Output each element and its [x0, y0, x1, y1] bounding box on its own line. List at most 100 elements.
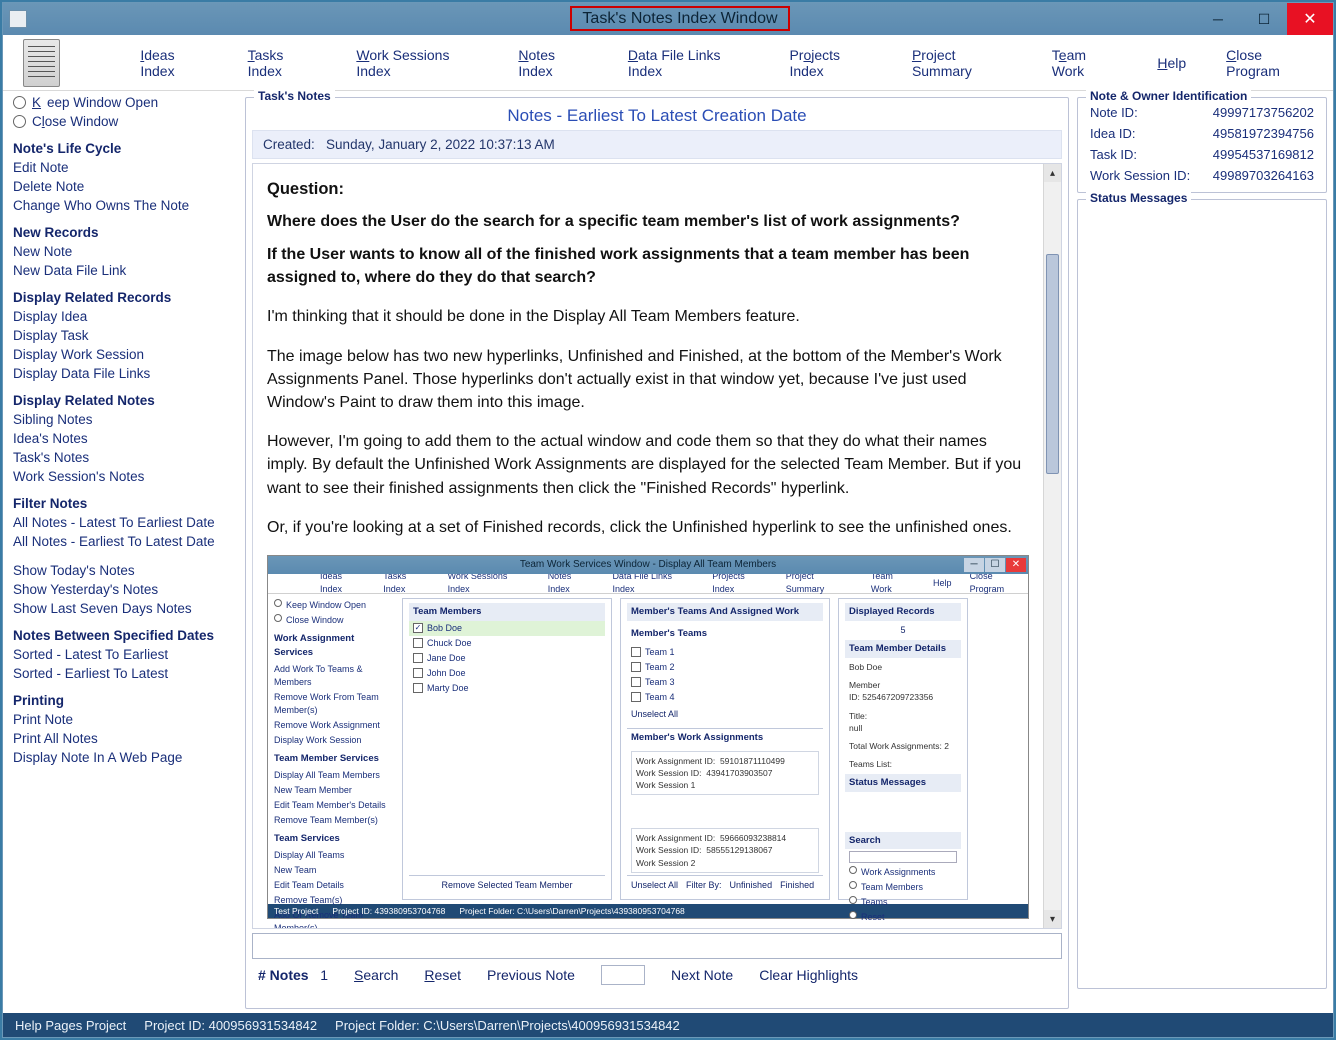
- emb-link: Display All Teams: [274, 848, 392, 863]
- note-id-label: Note ID:: [1090, 105, 1138, 120]
- link-new-note[interactable]: New Note: [13, 244, 233, 259]
- menu-data-file-links-index[interactable]: Data File Links Index: [628, 47, 750, 79]
- scroll-down-icon[interactable]: ▾: [1044, 910, 1061, 928]
- link-change-owner[interactable]: Change Who Owns The Note: [13, 198, 233, 213]
- sidebar-hdr-related-notes: Display Related Notes: [13, 393, 233, 408]
- tasks-notes-legend: Task's Notes: [254, 89, 335, 103]
- emb-link: New Team: [274, 863, 392, 878]
- link-delete-note[interactable]: Delete Note: [13, 179, 233, 194]
- emb-link: Edit Team Member's Details: [274, 798, 392, 813]
- menu-project-summary[interactable]: Project Summary: [912, 47, 1012, 79]
- link-sorted-earliest[interactable]: Sorted - Earliest To Latest: [13, 666, 233, 681]
- embedded-close-btn: ✕: [1006, 558, 1026, 572]
- link-sibling-notes[interactable]: Sibling Notes: [13, 412, 233, 427]
- status-project: Help Pages Project: [15, 1018, 126, 1033]
- link-display-note-web[interactable]: Display Note In A Web Page: [13, 750, 233, 765]
- clear-highlights-link[interactable]: Clear Highlights: [759, 967, 858, 983]
- menu-ideas-index[interactable]: Ideas Index: [140, 47, 207, 79]
- link-edit-note[interactable]: Edit Note: [13, 160, 233, 175]
- emb-radio-keep: Keep Window Open: [286, 599, 366, 612]
- previous-note-link[interactable]: Previous Note: [487, 967, 575, 983]
- window-title: Task's Notes Index Window: [570, 6, 789, 31]
- link-print-note[interactable]: Print Note: [13, 712, 233, 727]
- emb-link: Remove Team Member(s): [274, 813, 392, 828]
- embedded-assigned-work: Member's Teams And Assigned Work Member'…: [620, 598, 830, 900]
- note-paragraph-1: I'm thinking that it should be done in t…: [267, 305, 1029, 328]
- emb-mi: Team Work: [871, 570, 915, 596]
- emb-link: New Team Member: [274, 783, 392, 798]
- link-show-yesterday[interactable]: Show Yesterday's Notes: [13, 582, 233, 597]
- idea-id-label: Idea ID:: [1090, 126, 1136, 141]
- ws-id-label: Work Session ID:: [1090, 168, 1190, 183]
- search-link[interactable]: Search: [354, 967, 398, 983]
- reset-link[interactable]: Reset: [424, 967, 461, 983]
- menu-close-program[interactable]: Close Program: [1226, 47, 1313, 79]
- app-icon: [9, 10, 27, 28]
- emb-link: Display All Team Members: [274, 768, 392, 783]
- maximize-button[interactable]: ☐: [1241, 3, 1287, 35]
- emb-link: Remove Work From Team Member(s): [274, 690, 392, 718]
- link-display-work-session[interactable]: Display Work Session: [13, 347, 233, 362]
- link-sorted-latest[interactable]: Sorted - Latest To Earliest: [13, 647, 233, 662]
- scroll-thumb[interactable]: [1046, 254, 1059, 474]
- link-all-notes-earliest[interactable]: All Notes - Earliest To Latest Date: [13, 534, 233, 549]
- titlebar: Task's Notes Index Window ─ ☐ ✕: [3, 3, 1333, 35]
- link-display-data-file-links[interactable]: Display Data File Links: [13, 366, 233, 381]
- note-paragraph-4: Or, if you're looking at a set of Finish…: [267, 516, 1029, 539]
- emb-hdr-tms: Team Member Services: [274, 752, 392, 766]
- embedded-screenshot: Team Work Services Window - Display All …: [267, 555, 1029, 919]
- sidebar-hdr-printing: Printing: [13, 693, 233, 708]
- radio-close-window[interactable]: Close Window: [13, 114, 233, 129]
- menu-notes-index[interactable]: Notes Index: [518, 47, 587, 79]
- link-new-data-file-link[interactable]: New Data File Link: [13, 263, 233, 278]
- emb-mi: Project Summary: [786, 570, 853, 596]
- task-id-value: 49954537169812: [1213, 147, 1314, 162]
- emb-filter-unfinished: Unfinished: [730, 879, 773, 892]
- created-label: Created:: [263, 137, 315, 152]
- emb-unselect: Unselect All: [627, 705, 823, 724]
- menu-help[interactable]: Help: [1157, 55, 1186, 71]
- sidebar-hdr-life-cycle: Note's Life Cycle: [13, 141, 233, 156]
- scrollbar[interactable]: ▴ ▾: [1043, 164, 1061, 928]
- next-note-link[interactable]: Next Note: [671, 967, 733, 983]
- note-paragraph-3: However, I'm going to add them to the ac…: [267, 430, 1029, 500]
- scroll-up-icon[interactable]: ▴: [1044, 164, 1061, 182]
- link-all-notes-latest[interactable]: All Notes - Latest To Earliest Date: [13, 515, 233, 530]
- emb-hdr-was: Work Assignment Services: [274, 632, 392, 660]
- emb-mi: Work Sessions Index: [448, 570, 530, 596]
- link-display-idea[interactable]: Display Idea: [13, 309, 233, 324]
- search-input[interactable]: [252, 933, 1062, 959]
- link-tasks-notes[interactable]: Task's Notes: [13, 450, 233, 465]
- link-work-sessions-notes[interactable]: Work Session's Notes: [13, 469, 233, 484]
- statusbar: Help Pages Project Project ID: 400956931…: [3, 1013, 1333, 1037]
- emb-mi: Data File Links Index: [612, 570, 694, 596]
- emb-mi: Notes Index: [548, 570, 595, 596]
- menu-work-sessions-index[interactable]: Work Sessions Index: [356, 47, 478, 79]
- emb-filter-finished: Finished: [780, 879, 814, 892]
- sidebar: Keep Window Open Close Window Note's Lif…: [9, 91, 237, 1009]
- link-show-last-seven[interactable]: Show Last Seven Days Notes: [13, 601, 233, 616]
- notes-count: 1: [320, 967, 328, 983]
- radio-keep-window-open[interactable]: Keep Window Open: [13, 95, 233, 110]
- emb-member-row: Marty Doe: [409, 681, 605, 696]
- menu-tasks-index[interactable]: Tasks Index: [248, 47, 317, 79]
- created-value: Sunday, January 2, 2022 10:37:13 AM: [326, 137, 555, 152]
- page-number-input[interactable]: [601, 965, 645, 985]
- emb-team-row: Team 4: [627, 690, 823, 705]
- embedded-team-members: Team Members ✓Bob Doe Chuck Doe Jane Doe…: [402, 598, 612, 900]
- menu-projects-index[interactable]: Projects Index: [789, 47, 872, 79]
- emb-member-row: Jane Doe: [409, 651, 605, 666]
- link-print-all-notes[interactable]: Print All Notes: [13, 731, 233, 746]
- menu-team-work[interactable]: Team Work: [1052, 47, 1118, 79]
- minimize-button[interactable]: ─: [1195, 3, 1241, 35]
- embedded-title: Team Work Services Window - Display All …: [520, 558, 776, 573]
- link-display-task[interactable]: Display Task: [13, 328, 233, 343]
- app-window: Task's Notes Index Window ─ ☐ ✕ Ideas In…: [2, 2, 1334, 1038]
- note-question-heading: Question:: [267, 178, 1029, 202]
- link-show-today[interactable]: Show Today's Notes: [13, 563, 233, 578]
- embedded-min-btn: ─: [964, 558, 984, 572]
- link-ideas-notes[interactable]: Idea's Notes: [13, 431, 233, 446]
- close-button[interactable]: ✕: [1287, 3, 1333, 35]
- main-panel: Task's Notes Notes - Earliest To Latest …: [245, 91, 1069, 1009]
- emb-mwa-hdr: Member's Work Assignments: [627, 728, 823, 747]
